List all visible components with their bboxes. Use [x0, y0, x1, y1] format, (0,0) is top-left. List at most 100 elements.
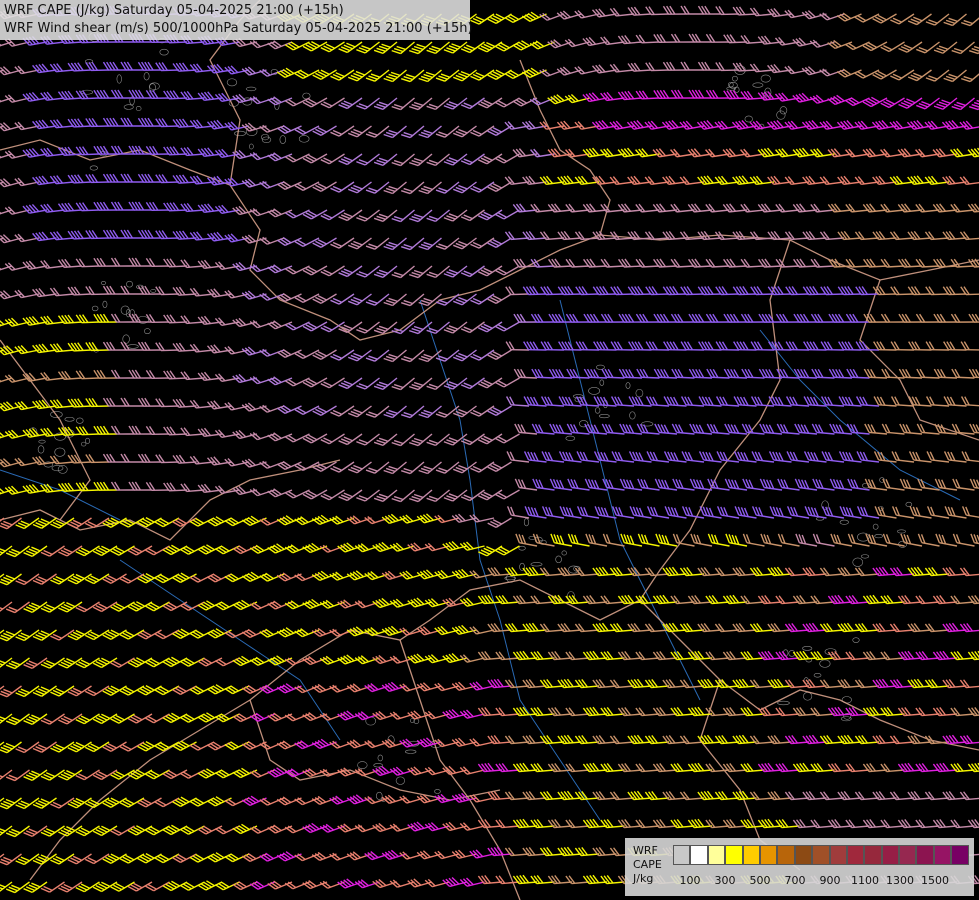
wind-barb: [92, 713, 118, 725]
wind-barb: [356, 321, 380, 334]
wind-barb: [453, 237, 477, 250]
wind-barb: [424, 822, 450, 832]
wind-barb: [435, 69, 460, 82]
cape-contour: [752, 82, 764, 88]
wind-barb: [267, 376, 293, 386]
wind-barb: [443, 321, 468, 334]
wind-barb: [672, 478, 695, 491]
wind-barb: [932, 148, 958, 158]
wind-barb: [453, 125, 477, 138]
wind-barb: [206, 231, 232, 242]
wind-barb: [794, 478, 818, 491]
wind-barb: [284, 489, 310, 499]
wind-barb: [373, 209, 398, 223]
wind-barb: [635, 148, 660, 158]
map-title-cape: WRF CAPE (J/kg) Saturday 05-04-2025 21:0…: [4, 3, 344, 18]
wind-barb: [880, 97, 905, 109]
cape-contour: [523, 518, 529, 527]
wind-barb: [844, 97, 870, 107]
wind-barb: [409, 377, 433, 391]
wind-barb: [320, 209, 345, 221]
wind-barb: [435, 181, 460, 194]
wind-barb: [424, 654, 450, 664]
cape-contour: [405, 749, 417, 754]
wind-barb: [969, 97, 979, 111]
wind-barb: [276, 348, 302, 358]
wind-barb: [15, 797, 40, 810]
wind-barb: [372, 765, 398, 777]
cape-contour: [120, 305, 130, 315]
wind-barb: [312, 125, 337, 136]
cape-contour: [81, 441, 87, 447]
wind-barb: [302, 598, 328, 610]
wind-barb: [716, 506, 740, 519]
wind-barb: [75, 881, 100, 893]
wind-barb: [381, 570, 407, 580]
wind-barb: [320, 97, 345, 109]
wind-barb: [67, 629, 92, 641]
wind-barb: [521, 11, 547, 23]
wind-barb: [451, 568, 477, 579]
wind-barb: [354, 655, 380, 665]
legend-tick: 300: [714, 874, 736, 887]
wind-barb: [364, 851, 390, 861]
wind-barb: [0, 853, 22, 866]
wind-barb: [453, 181, 477, 194]
wind-barb: [373, 97, 398, 111]
cape-contour: [279, 135, 287, 144]
wind-barb: [917, 533, 940, 547]
wind-barb: [637, 533, 660, 547]
wind-barb: [574, 121, 600, 130]
wind-barb: [424, 710, 450, 720]
wind-barb: [365, 461, 390, 474]
legend-swatch: [916, 845, 934, 865]
wind-barb: [862, 148, 888, 158]
wind-barb: [969, 423, 979, 435]
wind-barb: [84, 853, 110, 865]
wind-barb: [506, 506, 530, 519]
wind-barb: [23, 881, 48, 894]
wind-barb: [354, 600, 380, 609]
wind-barb: [338, 153, 363, 166]
wind-barb: [15, 629, 40, 642]
wind-barb: [58, 545, 83, 557]
legend-tick: 900: [819, 874, 841, 887]
wind-barb: [67, 741, 92, 753]
wind-barb: [348, 181, 372, 194]
wind-barb: [959, 120, 979, 130]
wind-barb: [453, 461, 477, 474]
wind-barb: [819, 68, 845, 77]
wind-barb: [646, 506, 670, 519]
wind-barb: [267, 152, 293, 162]
wind-barb: [338, 209, 363, 222]
wind-barb: [75, 545, 100, 557]
wind-barb: [819, 120, 845, 130]
wind-barb: [320, 377, 345, 389]
wind-barb: [92, 657, 118, 669]
wind-barb: [373, 153, 398, 167]
wind-barb: [302, 97, 328, 108]
wind-barb: [0, 122, 22, 132]
wind-barb: [294, 125, 320, 136]
wind-barb: [699, 506, 722, 519]
wind-barb: [409, 209, 433, 223]
wind-barb: [854, 120, 880, 130]
wind-barb: [381, 681, 407, 692]
wind-barb: [969, 478, 979, 491]
wind-barb: [365, 125, 390, 138]
wind-barb: [330, 405, 355, 417]
wind-barb: [724, 478, 748, 491]
wind-barb: [944, 506, 967, 519]
wind-barb: [459, 597, 485, 607]
wind-barb: [550, 533, 573, 547]
wind-barb: [5, 545, 30, 558]
border-line: [0, 459, 341, 541]
wind-barb: [373, 265, 398, 279]
wind-barb: [512, 40, 538, 51]
legend-label-cape: CAPE: [633, 858, 662, 871]
cape-contour: [116, 74, 122, 84]
cape-contour: [530, 562, 543, 567]
wind-barb: [337, 878, 363, 889]
wind-barb: [356, 377, 380, 390]
wind-barb: [354, 711, 380, 721]
